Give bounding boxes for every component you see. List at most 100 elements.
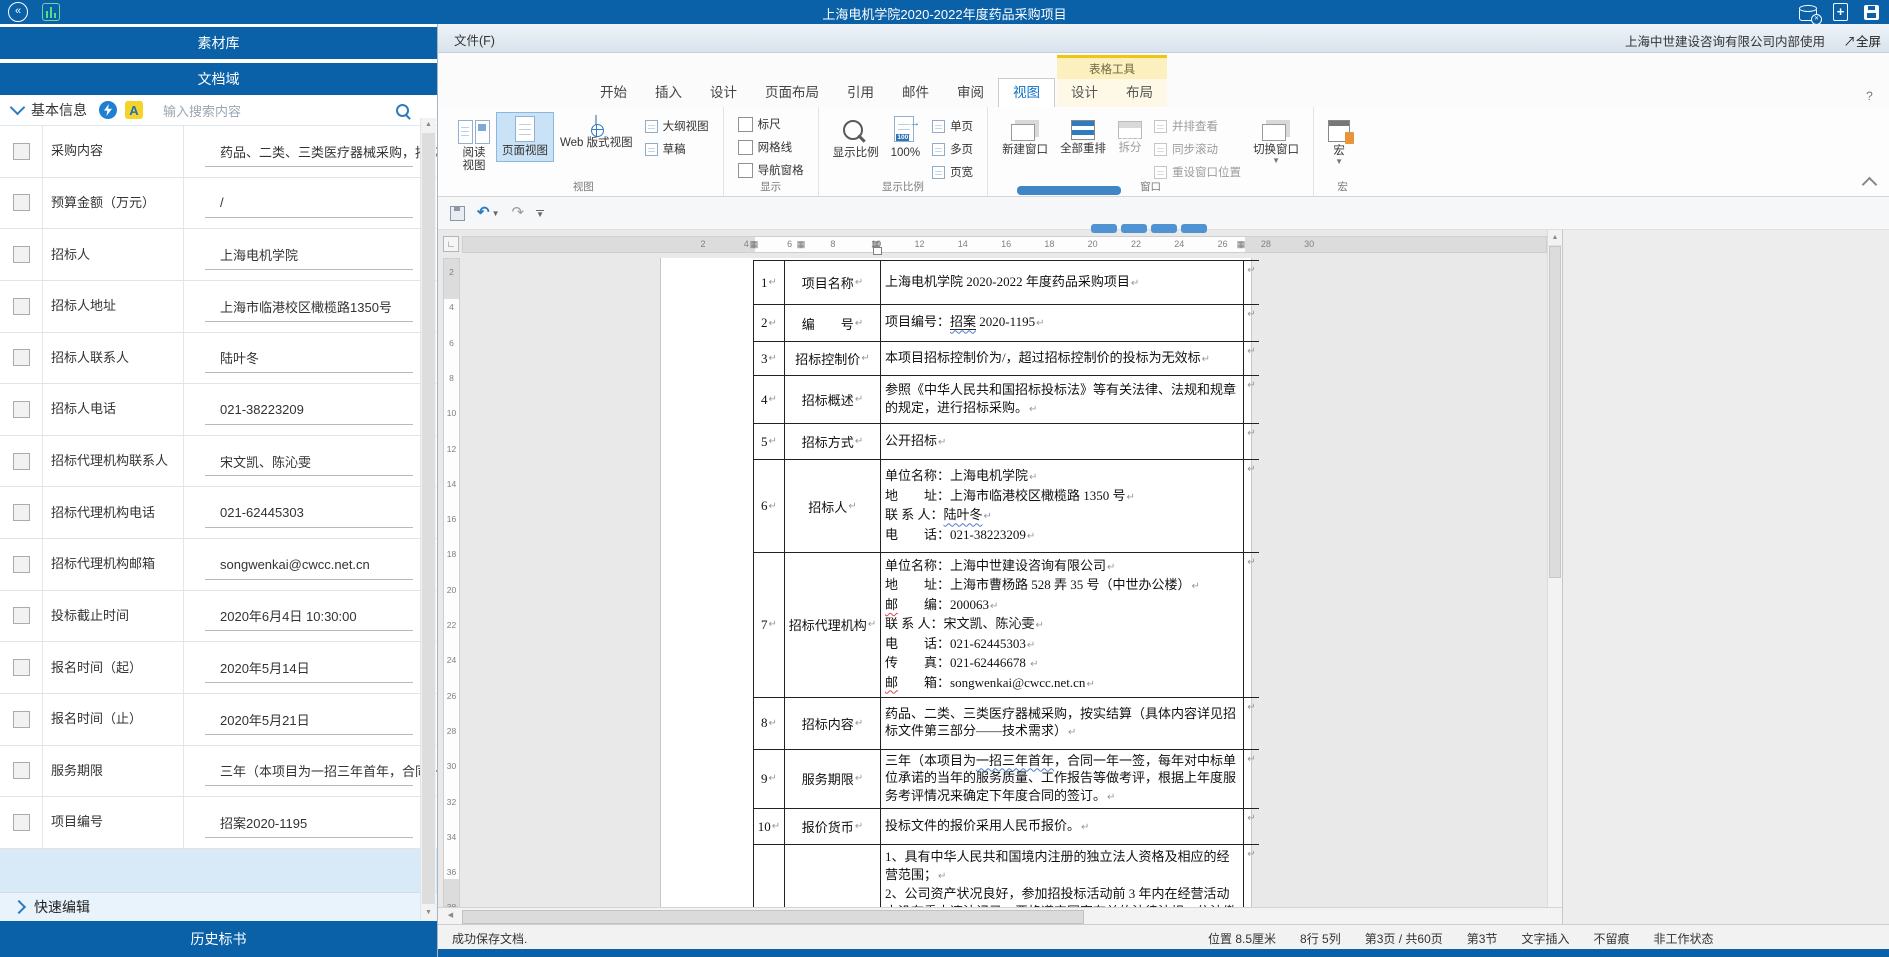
field-value-input[interactable]: / [184, 178, 437, 229]
checkbox[interactable] [13, 607, 30, 624]
checkbox[interactable] [13, 143, 30, 160]
window-small-button[interactable]: 重设窗口位置 [1154, 164, 1241, 180]
save-icon[interactable] [1864, 5, 1879, 20]
field-value-input[interactable]: 2020年5月21日 [184, 694, 437, 745]
field-value-input[interactable]: 宋文凯、陈沁雯 [184, 436, 437, 487]
scroll-up-icon[interactable] [421, 118, 436, 132]
show-checkbox-item[interactable]: 标尺 [738, 116, 804, 132]
doc-row-label[interactable]: 项目名称↵ [785, 261, 881, 304]
doc-row-number[interactable]: 4↵ [753, 376, 785, 423]
field-value-input[interactable]: 2020年5月14日 [184, 642, 437, 693]
field-value-input[interactable]: 三年（本项目为一招三年首年，合同一年 [184, 746, 437, 797]
arrange-all-button[interactable]: 全部重排 [1054, 112, 1112, 160]
search-input[interactable]: 输入搜索内容 [151, 101, 388, 120]
document-vertical-scrollbar[interactable] [1547, 230, 1562, 907]
status-item[interactable]: 非工作状态 [1653, 930, 1713, 947]
view-small-button[interactable]: 大纲视图 [645, 118, 709, 134]
checkbox[interactable] [13, 246, 30, 263]
checkbox-icon[interactable] [738, 117, 753, 132]
doc-row-content[interactable]: 单位名称：上海电机学院↵地 址：上海市临港校区橄榄路 1350 号↵联 系 人：… [881, 460, 1244, 552]
indent-marker-icon[interactable] [873, 247, 882, 255]
doc-row-label[interactable]: 招标代理机构↵ [785, 553, 881, 697]
scroll-down-icon[interactable] [421, 906, 436, 920]
doc-row-content[interactable]: 本项目招标控制价为/，超过招标控制价的投标为无效标↵ [881, 342, 1244, 375]
field-value-input[interactable]: 021-38223209 [184, 384, 437, 435]
status-item[interactable]: 文字插入 [1521, 930, 1569, 947]
doc-row-content[interactable]: 上海电机学院 2020-2022 年度药品采购项目↵ [881, 261, 1244, 304]
field-value-input[interactable]: 2020年6月4日 10:30:00 [184, 591, 437, 642]
scroll-pill[interactable] [1091, 224, 1117, 233]
scrollbar-thumb[interactable] [422, 133, 435, 904]
checkbox-icon[interactable] [738, 140, 753, 155]
sidebar-scrollbar[interactable] [420, 118, 436, 920]
checkbox[interactable] [13, 659, 30, 676]
field-value-input[interactable]: 药品、二类、三类医疗器械采购，按实结 [184, 126, 437, 177]
doc-row-number[interactable]: 10↵ [753, 809, 785, 844]
fullscreen-button[interactable]: ↗全屏 [1843, 31, 1881, 50]
doc-row-label[interactable] [785, 845, 881, 907]
view-small-button[interactable]: 草稿 [645, 141, 709, 157]
chevron-down-icon[interactable] [10, 100, 26, 116]
checkbox[interactable] [13, 401, 30, 418]
undo-icon[interactable] [477, 206, 490, 220]
ribbon-tab[interactable]: 引用 [833, 79, 888, 107]
page-view-option[interactable]: 页宽 [932, 164, 973, 180]
status-item[interactable]: 8行 5列 [1300, 930, 1341, 947]
status-item[interactable]: 第3节 [1467, 930, 1498, 947]
table-column-marker-icon[interactable] [797, 239, 806, 250]
document-page[interactable]: 1↵项目名称↵上海电机学院 2020-2022 年度药品采购项目↵↵2↵编 号↵… [661, 258, 1251, 907]
checkbox[interactable] [13, 504, 30, 521]
ribbon-context-tab[interactable]: 布局 [1112, 79, 1167, 107]
new-window-button[interactable]: 新建窗口 [996, 112, 1054, 161]
doc-row-content[interactable]: 项目编号：招案 2020-1195↵ [881, 305, 1244, 340]
ribbon-tab[interactable]: 页面布局 [751, 79, 833, 107]
ribbon-tab[interactable]: 插入 [641, 79, 696, 107]
font-a-icon[interactable]: A [125, 101, 143, 119]
table-column-marker-icon[interactable] [750, 239, 759, 250]
ribbon-tab[interactable]: 视图 [998, 78, 1055, 107]
doc-row-label[interactable]: 编 号↵ [785, 305, 881, 340]
doc-row-content[interactable]: 参照《中华人民共和国招标投标法》等有关法律、法规和规章的规定，进行招标采购。↵ [881, 376, 1244, 423]
checkbox[interactable] [13, 298, 30, 315]
zoom-100-button[interactable]: 100 100% [885, 112, 926, 164]
scroll-pill[interactable] [1121, 224, 1147, 233]
show-checkbox-item[interactable]: 导航窗格 [738, 162, 804, 178]
page-view-option[interactable]: 单页 [932, 118, 973, 134]
scroll-pill[interactable] [1151, 224, 1177, 233]
status-item[interactable]: 第3页 / 共60页 [1365, 930, 1443, 947]
help-icon[interactable] [1862, 89, 1877, 104]
search-icon[interactable] [396, 104, 409, 117]
ribbon-tab[interactable]: 设计 [696, 79, 751, 107]
doc-row-number[interactable]: 9↵ [753, 750, 785, 808]
sidebar-library-header[interactable]: 素材库 [0, 27, 437, 59]
doc-row-number[interactable]: 3↵ [753, 342, 785, 375]
ribbon-tab[interactable]: 审阅 [943, 79, 998, 107]
macro-button[interactable]: 宏 ▼ [1322, 112, 1356, 169]
database-disconnect-icon[interactable] [1799, 8, 1817, 21]
scrollbar-thumb[interactable] [1549, 246, 1561, 578]
scroll-left-icon[interactable] [443, 909, 458, 923]
zoom-button[interactable]: 显示比例 [827, 112, 885, 164]
floating-scroll-bar[interactable] [1017, 186, 1121, 195]
field-value-input[interactable]: songwenkai@cwcc.net.cn [184, 539, 437, 590]
checkbox[interactable] [13, 194, 30, 211]
doc-row-number[interactable]: 2↵ [753, 305, 785, 340]
doc-row-content[interactable]: 公开招标↵ [881, 424, 1244, 459]
show-checkbox-item[interactable]: 网格线 [738, 139, 804, 155]
doc-row-content[interactable]: 药品、二类、三类医疗器械采购，按实结算（具体内容详见招标文件第三部分——技术需求… [881, 698, 1244, 749]
page-view-option[interactable]: 多页 [932, 141, 973, 157]
window-small-button[interactable]: 同步滚动 [1154, 141, 1241, 157]
field-value-input[interactable]: 021-62445303 [184, 487, 437, 538]
switch-window-button[interactable]: 切换窗口 ▼ [1247, 112, 1305, 168]
split-button[interactable]: 拆分 [1112, 112, 1148, 159]
field-value-input[interactable]: 陆叶冬 [184, 333, 437, 384]
redo-icon[interactable] [512, 206, 525, 220]
field-value-input[interactable]: 上海市临港校区橄榄路1350号 [184, 281, 437, 332]
checkbox[interactable] [13, 711, 30, 728]
field-value-input[interactable]: 上海电机学院 [184, 229, 437, 280]
doc-row-content[interactable]: 三年（本项目为一招三年首年，合同一年一签，每年对中标单位承诺的当年的服务质量、工… [881, 750, 1244, 808]
file-menu[interactable]: 文件(F) [454, 30, 495, 49]
customize-toolbar-icon[interactable] [536, 210, 544, 219]
status-item[interactable]: 位置 8.5厘米 [1208, 930, 1276, 947]
doc-row-number[interactable]: 1↵ [753, 261, 785, 304]
